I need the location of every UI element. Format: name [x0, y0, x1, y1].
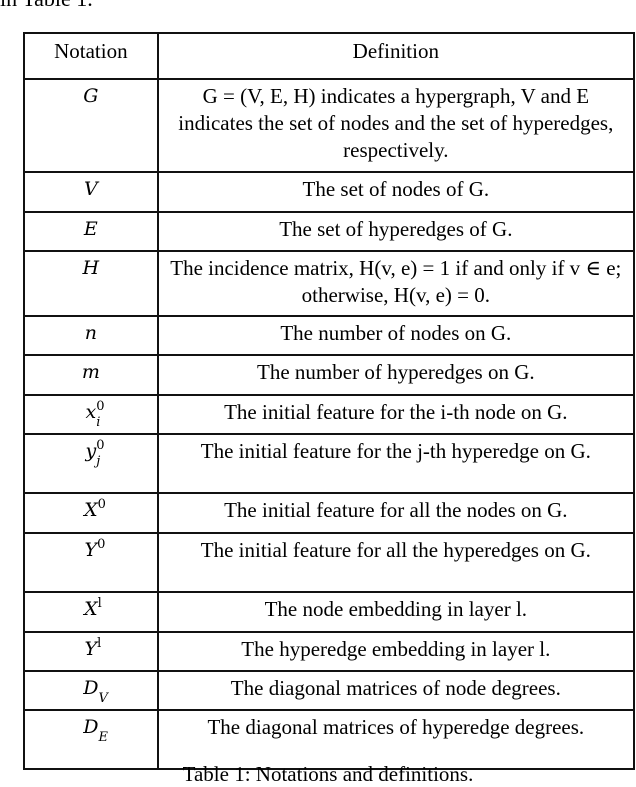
notation-symbol: n — [84, 322, 97, 344]
definition-cell: The set of nodes of G. — [156, 171, 636, 213]
notation-symbol: V — [83, 178, 98, 200]
notation-superscript: 0 — [97, 537, 106, 552]
notation-superscript: l — [97, 636, 102, 651]
table-row: x 0 i The initial feature for the i-th node… — [23, 394, 636, 435]
notation-symbol: x — [85, 401, 97, 423]
notation-cell: DE — [23, 709, 159, 770]
table-caption: Table 1: Notations and definitions. — [182, 762, 474, 786]
notation-cell: H — [23, 250, 159, 317]
notation-symbol: D — [83, 677, 99, 699]
notation-subscript: V — [98, 691, 108, 706]
table-row: D E The diagonal matrices of hyperedge deg… — [23, 709, 636, 770]
notation-cell: Yl — [23, 631, 159, 672]
definition-cell: The initial feature for all the hyperedg… — [156, 532, 636, 593]
notation-cell: X0 — [23, 492, 159, 534]
definition-cell: The initial feature for all the nodes on… — [156, 492, 636, 534]
notation-cell: G — [23, 78, 159, 173]
header-notation: Notation — [23, 32, 159, 80]
table-row: G G = (V, E, H) indicates a hypergraph, V… — [23, 78, 636, 173]
definition-cell: The diagonal matrices of node degrees. — [156, 670, 636, 711]
notation-cell: DV — [23, 670, 159, 711]
notation-subscript: E — [98, 730, 108, 745]
notation-symbol: G — [83, 85, 99, 107]
notation-superscript: 0 — [97, 497, 106, 512]
notation-cell: E — [23, 211, 159, 252]
table-row: m The number of hyperedges on G. — [23, 354, 636, 396]
definition-cell: The number of hyperedges on G. — [156, 354, 636, 396]
table-row: H The incidence matrix, H(v, e) = 1 if an… — [23, 250, 636, 317]
notation-cell: V — [23, 171, 159, 213]
notation-cell: Xl — [23, 591, 159, 633]
notation-cell: Y0 — [23, 532, 159, 593]
header-definition: Definition — [156, 32, 636, 80]
table-row: Xl The node embedding in layer l. — [23, 591, 636, 633]
notation-symbol: D — [83, 716, 99, 738]
notation-symbol: y — [85, 440, 97, 462]
definition-cell: The incidence matrix, H(v, e) = 1 if and… — [156, 250, 636, 317]
table-row: D V The diagonal matrices of node degrees. — [23, 670, 636, 711]
notation-table: Notation Definition G G = (V, E, H) indic… — [23, 32, 636, 770]
definition-cell: G = (V, E, H) indicates a hypergraph, V … — [156, 78, 636, 173]
table-row: E The set of hyperedges of G. — [23, 211, 636, 252]
notation-symbol: E — [83, 218, 98, 240]
definition-cell: The hyperedge embedding in layer l. — [156, 631, 636, 672]
table-row: Yl The hyperedge embedding in layer l. — [23, 631, 636, 672]
notation-symbol: m — [81, 361, 100, 383]
intro-text: in Table 1. — [0, 0, 93, 12]
table-row: X 0 The initial feature for all the nodes … — [23, 492, 636, 534]
definition-cell: The node embedding in layer l. — [156, 591, 636, 633]
table-row: V The set of nodes of G. — [23, 171, 636, 213]
definition-cell: The initial feature for the i-th node on… — [156, 394, 636, 435]
definition-cell: The set of hyperedges of G. — [156, 211, 636, 252]
notation-cell: m — [23, 354, 159, 396]
notation-cell: n — [23, 315, 159, 356]
table-row: n The number of nodes on G. — [23, 315, 636, 356]
definition-cell: The diagonal matrices of hyperedge degre… — [156, 709, 636, 770]
definition-cell: The number of nodes on G. — [156, 315, 636, 356]
notation-superscript: l — [97, 596, 102, 611]
notation-symbol: Y — [84, 539, 98, 561]
table-row: y 0 j The initial feature for the j-th hype… — [23, 433, 636, 494]
notation-symbol: X — [84, 598, 98, 620]
definition-cell: The initial feature for the j-th hypered… — [156, 433, 636, 494]
table-header-row: Notation Definition — [23, 32, 636, 80]
notation-symbol: Y — [84, 638, 98, 660]
notation-cell: y0j — [23, 433, 159, 494]
notation-cell: x0i — [23, 394, 159, 435]
table-row: Y 0 The initial feature for all the hypere… — [23, 532, 636, 593]
notation-symbol: X — [84, 499, 98, 521]
notation-symbol: H — [82, 257, 100, 279]
notation-subscript: j — [96, 454, 101, 469]
